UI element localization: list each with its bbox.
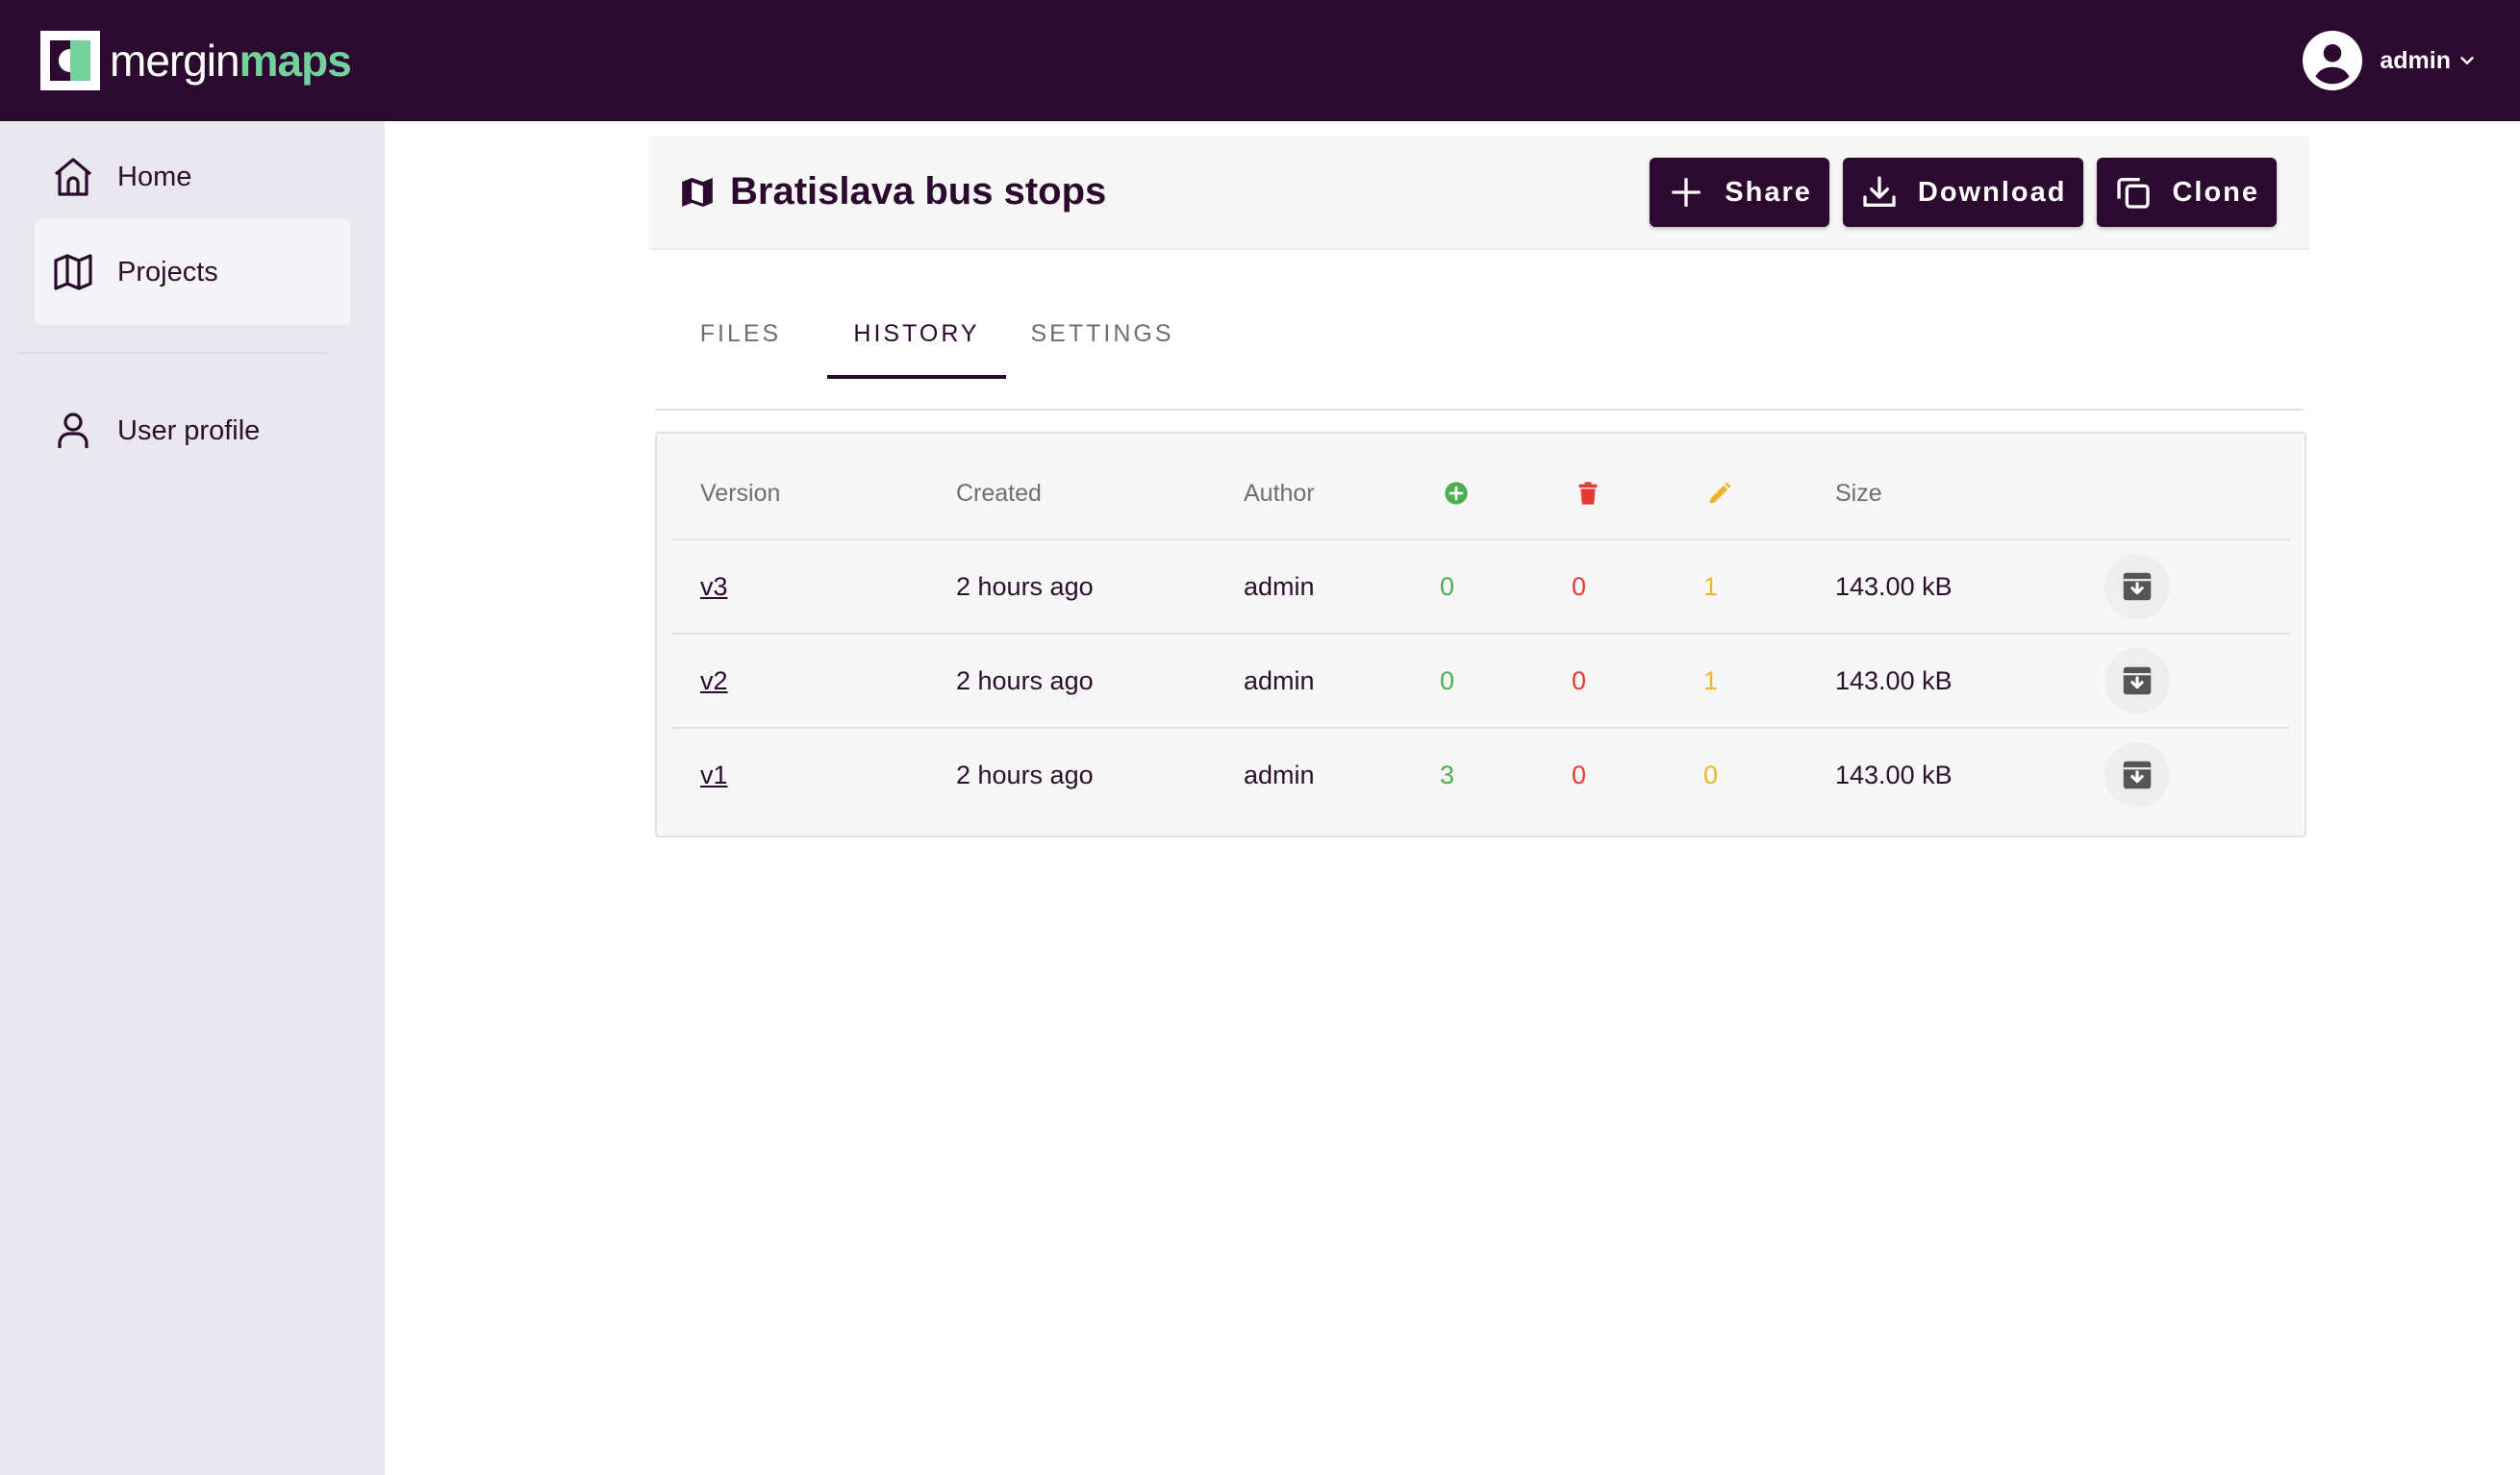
- archive-download-icon: [2123, 666, 2152, 695]
- download-button-label: Download: [1917, 176, 2067, 208]
- size-cell: 143.00 kB: [1835, 634, 2104, 729]
- share-button-label: Share: [1725, 176, 1812, 208]
- header-actions: [2104, 448, 2290, 540]
- logo[interactable]: merginmaps: [40, 31, 352, 90]
- author-cell: admin: [1244, 634, 1440, 729]
- sidebar-item-label: Home: [117, 161, 192, 192]
- download-button[interactable]: Download: [1842, 158, 2084, 227]
- project-title: Bratislava bus stops: [678, 136, 1106, 248]
- map-icon: [682, 177, 713, 207]
- download-version-button[interactable]: [2104, 742, 2170, 808]
- download-version-button[interactable]: [2104, 648, 2170, 713]
- updated-count: 1: [1703, 634, 1835, 729]
- map-icon: [54, 254, 92, 290]
- tab-files[interactable]: FILES: [673, 288, 808, 379]
- version-link[interactable]: v3: [700, 572, 728, 601]
- sidebar-item-home[interactable]: Home: [35, 124, 350, 230]
- author-cell: admin: [1244, 539, 1440, 635]
- sidebar-item-label: Projects: [117, 256, 218, 288]
- table-row[interactable]: v2 2 hours ago admin 0 0 1 143.00 kB: [671, 634, 2290, 729]
- added-icon: [1445, 482, 1468, 505]
- username-label: admin: [2380, 46, 2451, 74]
- size-cell: 143.00 kB: [1835, 760, 1953, 789]
- table-header-row: Version Created Author Size: [671, 448, 2290, 540]
- archive-download-icon: [2123, 761, 2152, 789]
- clone-button[interactable]: Clone: [2097, 158, 2277, 227]
- plus-icon: [1672, 178, 1701, 207]
- chevron-down-icon: [2460, 57, 2474, 64]
- user-icon: [58, 412, 88, 448]
- header-created[interactable]: Created: [956, 448, 1244, 540]
- author-cell: admin: [1244, 760, 1315, 789]
- header-updated[interactable]: [1703, 448, 1835, 540]
- sidebar: Home Projects User profile: [0, 121, 385, 1475]
- deleted-count: 0: [1572, 634, 1703, 729]
- top-bar: merginmaps admin: [0, 0, 2520, 121]
- size-cell: 143.00 kB: [1835, 539, 2104, 635]
- sidebar-divider: [17, 352, 329, 354]
- delete-icon: [1578, 482, 1598, 505]
- header-added[interactable]: [1440, 448, 1572, 540]
- added-count: 0: [1440, 539, 1572, 635]
- created-cell: 2 hours ago: [956, 539, 1244, 635]
- project-title-text: Bratislava bus stops: [730, 170, 1107, 212]
- created-cell: 2 hours ago: [956, 634, 1244, 729]
- download-icon: [1863, 176, 1896, 207]
- table-row[interactable]: v1 2 hours ago admin 3 0 0 143.00 kB: [671, 728, 2290, 821]
- home-icon: [54, 158, 92, 196]
- header-author[interactable]: Author: [1244, 448, 1440, 540]
- sidebar-item-user-profile[interactable]: User profile: [35, 378, 350, 484]
- tab-history[interactable]: HISTORY: [827, 288, 1006, 379]
- logo-text: merginmaps: [110, 36, 352, 86]
- project-actions: Share Download Clone: [1650, 158, 2277, 227]
- tabs-divider: [655, 409, 2304, 411]
- version-cell: v2: [671, 634, 956, 729]
- history-table: Version Created Author Size v3 2 hours a…: [671, 448, 2290, 821]
- header-deleted[interactable]: [1572, 448, 1703, 540]
- version-cell: v3: [671, 539, 956, 635]
- project-header: Bratislava bus stops Share Download Clon…: [649, 136, 2309, 250]
- updated-count: 0: [1703, 760, 1719, 789]
- account-circle-icon: [2303, 31, 2363, 90]
- header-version[interactable]: Version: [671, 448, 956, 540]
- created-cell: 2 hours ago: [956, 760, 1094, 789]
- deleted-count: 0: [1572, 539, 1703, 635]
- sidebar-item-label: User profile: [117, 414, 261, 446]
- share-button[interactable]: Share: [1650, 158, 1829, 227]
- actions-cell: [2104, 728, 2290, 821]
- mergin-maps-logo-icon: [40, 31, 100, 90]
- project-tabs: FILES HISTORY SETTINGS: [673, 288, 1198, 379]
- updated-count: 1: [1703, 539, 1835, 635]
- edit-icon: [1709, 482, 1731, 504]
- table-row[interactable]: v3 2 hours ago admin 0 0 1 143.00 kB: [671, 539, 2290, 635]
- clone-button-label: Clone: [2172, 176, 2259, 208]
- header-size[interactable]: Size: [1835, 448, 2104, 540]
- actions-cell: [2104, 539, 2290, 635]
- history-card: Version Created Author Size v3 2 hours a…: [655, 432, 2306, 838]
- version-link[interactable]: v1: [700, 761, 728, 789]
- added-count: 0: [1440, 634, 1572, 729]
- actions-cell: [2104, 634, 2290, 729]
- added-count: 3: [1440, 760, 1455, 789]
- user-menu[interactable]: admin: [2303, 30, 2478, 91]
- copy-icon: [2117, 178, 2151, 209]
- sidebar-item-projects[interactable]: Projects: [35, 219, 350, 325]
- deleted-count: 0: [1572, 760, 1587, 789]
- version-cell: v1: [671, 728, 956, 821]
- download-version-button[interactable]: [2104, 554, 2170, 619]
- archive-download-icon: [2123, 572, 2152, 601]
- version-link[interactable]: v2: [700, 666, 728, 695]
- tab-settings[interactable]: SETTINGS: [1006, 288, 1198, 379]
